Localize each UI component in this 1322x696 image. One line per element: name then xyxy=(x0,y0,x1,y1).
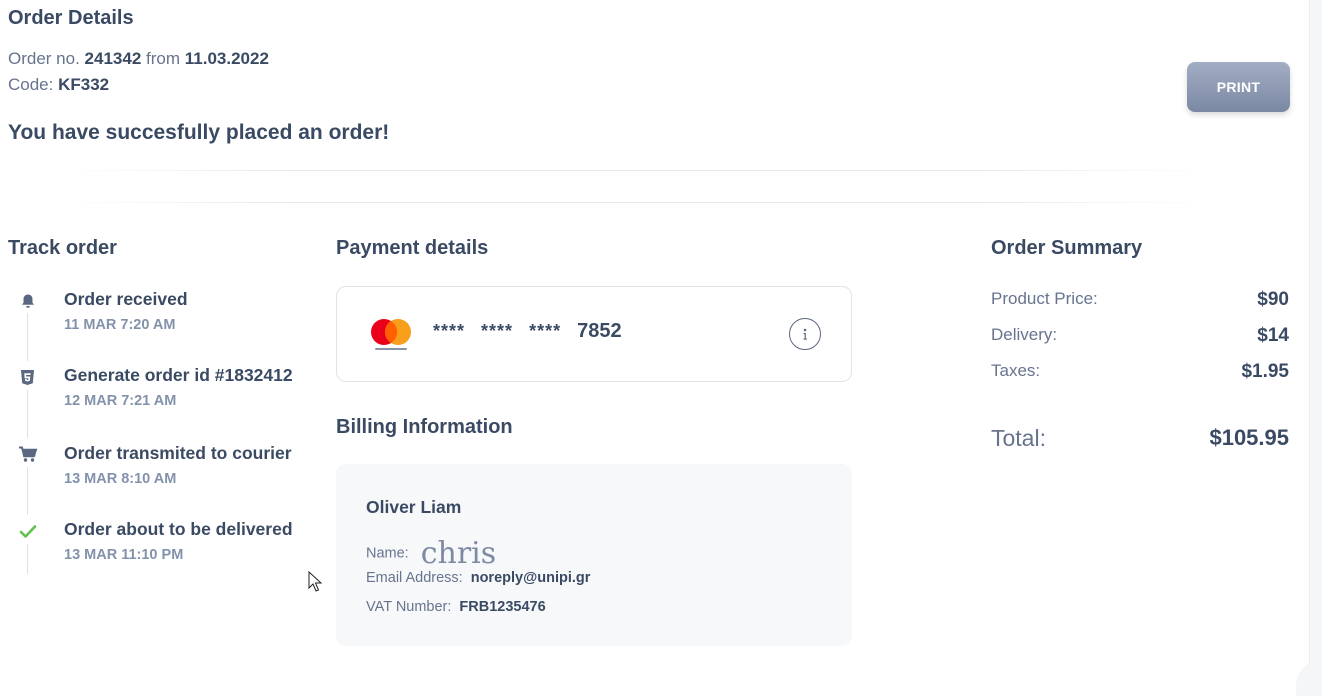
order-number: 241342 xyxy=(84,49,142,68)
delivery-value: $14 xyxy=(1257,325,1289,346)
billing-email: noreply@unipi.gr xyxy=(470,570,591,586)
bell-icon xyxy=(17,291,38,312)
timeline-step-time: 13 MAR 8:10 AM xyxy=(64,471,177,487)
product-price-value: $90 xyxy=(1257,289,1289,310)
page-title: Order Details xyxy=(8,7,134,29)
mastercard-icon xyxy=(371,319,411,350)
right-rail xyxy=(1309,0,1322,696)
order-code-line: Code: KF332 xyxy=(8,75,110,94)
billing-full-name: Oliver Liam xyxy=(366,497,462,517)
divider xyxy=(60,170,1210,171)
order-number-line: Order no. 241342 from 11.03.2022 xyxy=(8,49,269,68)
card-number: **** **** **** 7852 xyxy=(433,320,622,342)
billing-card: Oliver Liam Name: chris Email Address: nor… xyxy=(336,464,852,646)
total-value: $105.95 xyxy=(1209,425,1289,450)
divider xyxy=(60,202,1210,203)
billing-email-row: Email Address: noreply@unipi.gr xyxy=(366,570,591,586)
timeline-connector xyxy=(27,467,28,515)
success-message: You have succesfully placed an order! xyxy=(8,121,390,144)
info-icon[interactable] xyxy=(789,318,821,350)
timeline-step-time: 11 MAR 7:20 AM xyxy=(64,317,176,333)
timeline-step-time: 13 MAR 11:10 PM xyxy=(64,547,184,563)
billing-vat: FRB1235476 xyxy=(459,599,546,615)
timeline-step-title: Generate order id #1832412 xyxy=(64,365,293,385)
timeline-step-time: 12 MAR 7:21 AM xyxy=(64,393,177,409)
timeline-step-title: Order received xyxy=(64,289,188,309)
payment-card: **** **** **** 7852 xyxy=(336,286,852,382)
total-label: Total: xyxy=(991,425,1046,451)
billing-info-heading: Billing Information xyxy=(336,416,513,438)
check-icon xyxy=(17,521,38,542)
track-order-heading: Track order xyxy=(8,237,117,259)
right-rail-notch xyxy=(1296,660,1322,696)
order-date: 11.03.2022 xyxy=(184,49,269,68)
taxes-value: $1.95 xyxy=(1241,361,1289,382)
delivery-label: Delivery: xyxy=(991,325,1058,344)
cart-icon xyxy=(17,444,38,465)
html5-icon xyxy=(17,367,38,388)
product-price-label: Product Price: xyxy=(991,289,1098,308)
print-button[interactable]: PRINT xyxy=(1187,62,1290,112)
timeline-connector xyxy=(27,313,28,361)
signature: chris xyxy=(420,536,497,571)
timeline-connector xyxy=(27,544,28,574)
billing-vat-row: VAT Number: FRB1235476 xyxy=(366,599,546,615)
payment-details-heading: Payment details xyxy=(336,237,489,259)
timeline-step-title: Order transmited to courier xyxy=(64,443,292,463)
mouse-cursor-icon xyxy=(308,571,322,592)
taxes-label: Taxes: xyxy=(991,361,1041,380)
order-code: KF332 xyxy=(58,75,110,94)
card-last4: 7852 xyxy=(577,320,622,342)
timeline-step-title: Order about to be delivered xyxy=(64,519,293,539)
order-summary-heading: Order Summary xyxy=(991,237,1143,259)
timeline-connector xyxy=(27,390,28,438)
billing-name-row: Name: chris xyxy=(366,536,497,571)
